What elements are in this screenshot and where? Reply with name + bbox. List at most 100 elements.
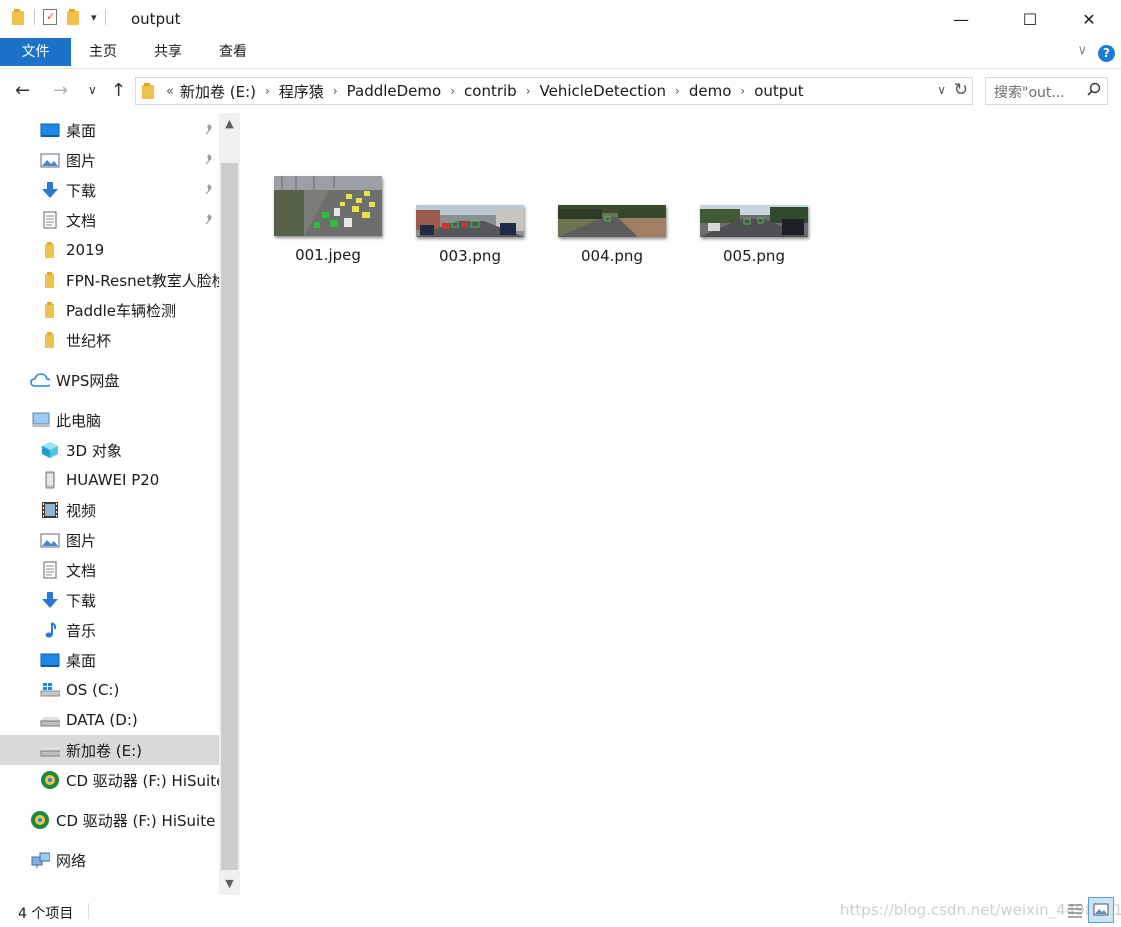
search-icon[interactable]: [1087, 82, 1101, 100]
sidebar-item[interactable]: 图片: [0, 145, 219, 175]
file-item[interactable]: 005.png: [689, 205, 819, 265]
sidebar-item[interactable]: 文档: [0, 555, 219, 585]
sidebar-item[interactable]: HUAWEI P20: [0, 465, 219, 495]
sidebar-item[interactable]: 桌面: [0, 645, 219, 675]
sidebar-item[interactable]: CD 驱动器 (F:) HiSuite: [0, 765, 219, 795]
up-button[interactable]: ↑: [111, 80, 126, 101]
sidebar-item-label: Paddle车辆检测: [66, 301, 177, 320]
navigation-bar: ← → ∨ ↑ « 新加卷 (E:) › 程序猿 › PaddleDemo › contri…: [0, 72, 1121, 110]
file-item[interactable]: 004.png: [547, 205, 677, 265]
download-icon: [40, 591, 60, 609]
refresh-icon[interactable]: ↻: [954, 80, 968, 100]
back-button[interactable]: ←: [15, 80, 30, 101]
sidebar-item[interactable]: OS (C:): [0, 675, 219, 705]
sidebar-item[interactable]: WPS网盘: [0, 365, 219, 395]
file-name: 003.png: [439, 247, 501, 265]
tab-home[interactable]: 主页: [78, 38, 128, 66]
item-count: 4 个项目: [18, 906, 74, 922]
breadcrumb-separator-icon[interactable]: ›: [526, 84, 531, 98]
large-icons-view-icon[interactable]: [1088, 897, 1114, 923]
sidebar-item-label: 音乐: [66, 621, 97, 640]
file-item[interactable]: 003.png: [405, 205, 535, 265]
sidebar-item-label: 桌面: [66, 121, 97, 140]
help-icon[interactable]: ?: [1098, 45, 1115, 62]
phone-icon: [40, 471, 60, 489]
ribbon-collapse-chevron-icon[interactable]: ∨: [1077, 43, 1087, 58]
tab-view[interactable]: 查看: [208, 38, 258, 66]
sidebar-item-label: 下载: [66, 591, 97, 610]
sidebar-item[interactable]: 音乐: [0, 615, 219, 645]
address-dropdown-icon[interactable]: ∨: [937, 83, 946, 97]
sidebar-item-label: HUAWEI P20: [66, 471, 160, 489]
sidebar-item[interactable]: 世纪杯: [0, 325, 219, 355]
pin-icon: [203, 123, 215, 138]
sidebar-item-label: 图片: [66, 151, 97, 170]
scroll-down-icon[interactable]: ▼: [219, 877, 240, 890]
navigation-pane-scrollbar[interactable]: ▲ ▼: [219, 113, 240, 895]
minimize-button[interactable]: —: [938, 0, 984, 38]
sidebar-item[interactable]: 新加卷 (E:): [0, 735, 219, 765]
sidebar-item-label: 桌面: [66, 651, 97, 670]
folder-icon: [40, 241, 60, 259]
file-item[interactable]: 001.jpeg: [263, 176, 393, 264]
breadcrumb-separator-icon[interactable]: ›: [333, 84, 338, 98]
breadcrumb-item[interactable]: 新加卷 (E:): [180, 81, 256, 102]
details-view-icon[interactable]: [1062, 897, 1088, 923]
sidebar-item[interactable]: 此电脑: [0, 405, 219, 435]
search-placeholder: 搜索"out...: [994, 85, 1065, 101]
hisuite-icon: [30, 811, 50, 829]
sidebar-item[interactable]: Paddle车辆检测: [0, 295, 219, 325]
sidebar-item-label: 文档: [66, 211, 97, 230]
video-icon: [40, 501, 60, 519]
drive-icon: [40, 711, 60, 729]
sidebar-item[interactable]: 桌面: [0, 115, 219, 145]
breadcrumb-item[interactable]: demo: [689, 82, 732, 100]
sidebar-item[interactable]: 图片: [0, 525, 219, 555]
breadcrumb-item[interactable]: PaddleDemo: [347, 82, 442, 100]
breadcrumb: 新加卷 (E:) › 程序猿 › PaddleDemo › contrib › VehicleD…: [180, 81, 804, 102]
sidebar-item[interactable]: 文档: [0, 205, 219, 235]
tab-file[interactable]: 文件: [0, 38, 71, 66]
breadcrumb-separator-icon[interactable]: ›: [675, 84, 680, 98]
sidebar-item[interactable]: DATA (D:): [0, 705, 219, 735]
forward-button[interactable]: →: [53, 80, 68, 101]
quick-access-dropdown[interactable]: ▾: [91, 11, 97, 24]
sidebar-item[interactable]: FPN-Resnet教室人脸检: [0, 265, 219, 295]
breadcrumb-item[interactable]: VehicleDetection: [540, 82, 667, 100]
breadcrumb-separator-icon[interactable]: ›: [740, 84, 745, 98]
folder-icon: [40, 271, 60, 289]
new-folder-icon[interactable]: [67, 9, 81, 25]
sidebar-item-label: 网络: [56, 851, 87, 870]
separator: [104, 9, 106, 25]
file-list: 001.jpeg 003.png 004.png 005.png: [241, 113, 1121, 895]
sidebar-item[interactable]: 3D 对象: [0, 435, 219, 465]
file-thumbnail: [700, 205, 808, 237]
breadcrumb-separator-icon[interactable]: ›: [265, 84, 270, 98]
file-name: 004.png: [581, 247, 643, 265]
recent-locations-button[interactable]: ∨: [88, 83, 97, 97]
breadcrumb-separator-icon[interactable]: ›: [450, 84, 455, 98]
breadcrumb-item[interactable]: output: [754, 82, 803, 100]
scroll-up-icon[interactable]: ▲: [219, 117, 240, 130]
sidebar-item[interactable]: CD 驱动器 (F:) HiSuite: [0, 805, 219, 835]
breadcrumb-item[interactable]: 程序猿: [279, 81, 324, 102]
tab-share[interactable]: 共享: [143, 38, 193, 66]
download-icon: [40, 181, 60, 199]
properties-icon[interactable]: ✓: [43, 9, 57, 25]
close-button[interactable]: ✕: [1066, 0, 1112, 38]
sidebar-item[interactable]: 下载: [0, 175, 219, 205]
sidebar-item[interactable]: 下载: [0, 585, 219, 615]
sidebar-item-label: 3D 对象: [66, 441, 122, 460]
sidebar-item-label: OS (C:): [66, 681, 120, 699]
overflow-chevron[interactable]: «: [166, 84, 174, 99]
sidebar-item[interactable]: 2019: [0, 235, 219, 265]
sidebar-item-label: WPS网盘: [56, 371, 120, 390]
breadcrumb-item[interactable]: contrib: [464, 82, 517, 100]
scrollbar-thumb[interactable]: [221, 163, 238, 870]
music-icon: [40, 621, 60, 639]
sidebar-item[interactable]: 视频: [0, 495, 219, 525]
maximize-button[interactable]: ☐: [1007, 0, 1053, 38]
address-bar[interactable]: « 新加卷 (E:) › 程序猿 › PaddleDemo › contrib › Vehicl…: [135, 77, 973, 105]
search-input[interactable]: 搜索"out...: [985, 77, 1108, 105]
sidebar-item[interactable]: 网络: [0, 845, 219, 875]
